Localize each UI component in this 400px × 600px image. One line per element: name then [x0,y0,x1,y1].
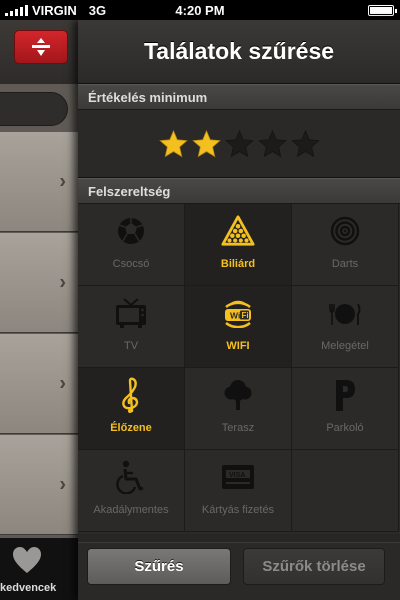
filter-panel: Találatok szűrése Értékelés minimum Fels… [78,20,400,600]
amenity-cell-table-football[interactable]: Csocsó [78,204,185,286]
live-music-icon [114,377,148,413]
chevron-right-icon: › [59,473,66,495]
amenity-label: Darts [331,258,359,270]
action-buttons: Szűrés Szűrők törlése [78,542,400,600]
amenity-cell-billiard[interactable]: Biliárd [185,204,292,286]
list-item[interactable]: › [0,132,78,232]
background-header [0,20,78,84]
status-time: 4:20 PM [175,3,225,18]
amenity-cell-terrace[interactable]: Terasz [185,368,292,450]
rating-section-header: Értékelés minimum [78,84,400,110]
amenity-label: Élőzene [110,422,152,434]
credit-card-icon: VISA [221,460,255,494]
clear-filters-button[interactable]: Szűrők törlése [243,548,385,585]
chevron-right-icon: › [59,170,66,192]
terrace-tree-icon [221,378,255,412]
amenity-cell-darts[interactable]: Darts [292,204,399,286]
amenities-grid: Csocsó Biliárd Darts TV Wi Fi WIFI Melegétel Élő… [78,204,400,534]
amenity-label: TV [123,340,139,352]
tab-favorites-label: kedvencek [0,582,57,594]
amenity-cell-hot-food[interactable]: Melegétel [292,286,399,368]
svg-text:VISA: VISA [229,472,245,479]
amenity-cell-parking[interactable]: Parkoló [292,368,399,450]
amenity-label: Csocsó [112,258,150,270]
tab-bar: kedvencek [0,538,78,600]
battery-icon [368,5,397,16]
list-item[interactable]: › [0,334,78,434]
rating-stars[interactable] [78,110,400,178]
amenity-label: Akadálymentes [93,504,169,516]
amenity-cell-card-payment[interactable]: VISA Kártyás fizetés [185,450,292,532]
amenity-empty-cell [292,450,399,532]
table-football-icon [114,214,148,248]
parking-icon [328,378,362,412]
star-filled-icon[interactable] [158,129,189,159]
amenity-cell-wifi[interactable]: Wi Fi WIFI [185,286,292,368]
star-filled-icon[interactable] [191,129,222,159]
hot-food-icon [328,296,362,330]
darts-icon [328,214,362,248]
amenity-cell-tv[interactable]: TV [78,286,185,368]
amenity-label: Kártyás fizetés [201,504,275,516]
heart-icon[interactable] [12,546,42,574]
status-bar: VIRGIN 3G 4:20 PM [0,0,400,20]
tv-icon [114,296,148,330]
list-item[interactable]: › [0,233,78,333]
amenity-label: WIFI [226,340,250,352]
amenity-label: Parkoló [326,422,364,434]
background-search-field[interactable] [0,92,68,126]
svg-text:Fi: Fi [242,311,249,320]
svg-text:Wi: Wi [230,311,240,321]
filter-toggle-button[interactable] [14,30,68,64]
star-empty-icon[interactable] [290,129,321,159]
amenities-section-header: Felszereltség [78,178,400,204]
billiard-icon [221,214,255,248]
star-empty-icon[interactable] [224,129,255,159]
amenity-label: Terasz [221,422,255,434]
amenity-cell-accessible[interactable]: Akadálymentes [78,450,185,532]
panel-header: Találatok szűrése [78,20,400,84]
chevron-right-icon: › [59,372,66,394]
star-empty-icon[interactable] [257,129,288,159]
wifi-icon: Wi Fi [221,296,255,330]
apply-filter-button[interactable]: Szűrés [87,548,231,585]
page-title: Találatok szűrése [143,38,335,64]
wheelchair-icon [114,460,148,494]
amenity-label: Melegétel [321,340,369,352]
amenity-cell-live-music[interactable]: Élőzene [78,368,185,450]
chevron-right-icon: › [59,271,66,293]
background-list: › › › › kedvencek [0,20,78,600]
list-item[interactable]: › [0,435,78,535]
filter-arrows-icon [32,38,50,56]
amenity-label: Biliárd [220,258,256,270]
